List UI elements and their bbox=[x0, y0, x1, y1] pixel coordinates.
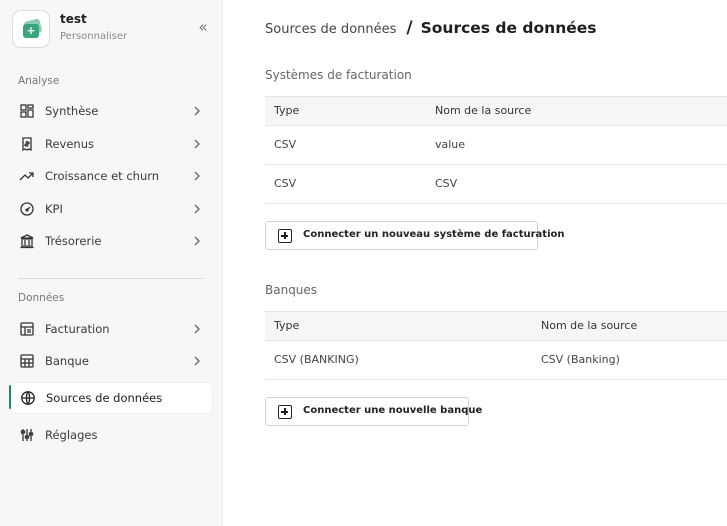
breadcrumb-parent[interactable]: Sources de données bbox=[265, 22, 396, 37]
sidebar-item-sources-de-donnees[interactable]: Sources de données bbox=[9, 383, 212, 413]
breadcrumb: Sources de données / Sources de données bbox=[265, 18, 597, 38]
trend-up-icon bbox=[19, 172, 34, 181]
sidebar-item-kpi[interactable]: KPI bbox=[10, 195, 212, 223]
cell-type: CSV (BANKING) bbox=[274, 353, 359, 366]
sidebar: + test Personnaliser « Analyse Synthèse … bbox=[0, 0, 223, 526]
cell-source-name: CSV bbox=[435, 177, 458, 190]
sidebar-item-revenus[interactable]: Revenus bbox=[10, 130, 212, 158]
sidebar-item-label: Croissance et churn bbox=[45, 169, 160, 183]
sidebar-item-label: Facturation bbox=[45, 322, 110, 336]
building-icon bbox=[20, 354, 34, 368]
sidebar-item-reglages[interactable]: Réglages bbox=[10, 421, 212, 449]
grid-icon bbox=[20, 104, 34, 118]
sidebar-item-banque[interactable]: Banque bbox=[10, 347, 212, 375]
column-header-type: Type bbox=[274, 104, 300, 117]
invoice-icon bbox=[20, 322, 34, 336]
table-row[interactable]: CSV (BANKING) CSV (Banking) bbox=[265, 341, 727, 380]
sliders-icon bbox=[20, 429, 34, 441]
sidebar-item-label: Banque bbox=[45, 354, 89, 368]
button-label: Connecter une nouvelle banque bbox=[303, 405, 483, 416]
table-row[interactable]: CSV value bbox=[265, 126, 727, 165]
column-header-source-name: Nom de la source bbox=[541, 319, 638, 332]
connect-billing-system-button[interactable]: Connecter un nouveau système de facturat… bbox=[265, 221, 565, 250]
table-row[interactable]: CSV CSV bbox=[265, 165, 727, 204]
sidebar-item-facturation[interactable]: Facturation bbox=[10, 315, 212, 343]
section-label-donnees: Données bbox=[18, 292, 65, 304]
chevron-right-icon bbox=[194, 236, 200, 246]
table-header-row: Type Nom de la source bbox=[265, 97, 727, 126]
chevron-right-icon bbox=[194, 204, 200, 214]
workspace-switcher[interactable]: + test Personnaliser « bbox=[12, 10, 212, 50]
sidebar-item-label: Revenus bbox=[45, 137, 94, 151]
column-header-type: Type bbox=[274, 319, 300, 332]
billing-table: Type Nom de la source CSV value CSV CSV bbox=[265, 96, 727, 204]
banks-table: Type Nom de la source CSV (BANKING) CSV … bbox=[265, 311, 727, 380]
globe-icon bbox=[21, 391, 35, 405]
workspace-name: test bbox=[60, 12, 87, 26]
chevron-right-icon bbox=[194, 324, 200, 334]
billing-section-title: Systèmes de facturation bbox=[265, 68, 412, 82]
sidebar-item-croissance[interactable]: Croissance et churn bbox=[10, 162, 212, 190]
sidebar-item-tresorerie[interactable]: Trésorerie bbox=[10, 227, 212, 255]
sidebar-item-synthese[interactable]: Synthèse bbox=[10, 97, 212, 125]
cell-source-name: value bbox=[435, 138, 466, 151]
breadcrumb-separator: / bbox=[406, 18, 413, 38]
plus-square-icon bbox=[278, 229, 292, 243]
plus-square-icon bbox=[278, 405, 292, 419]
button-label: Connecter un nouveau système de facturat… bbox=[303, 229, 565, 240]
sidebar-item-label: Réglages bbox=[45, 428, 98, 442]
sidebar-divider bbox=[18, 278, 204, 279]
sidebar-item-label: Synthèse bbox=[45, 104, 99, 118]
receipt-icon bbox=[22, 137, 32, 152]
main-content: Sources de données / Sources de données Sy… bbox=[223, 0, 727, 526]
bank-icon bbox=[20, 234, 34, 249]
collapse-sidebar-icon[interactable]: « bbox=[194, 18, 212, 36]
sidebar-item-label: Sources de données bbox=[46, 391, 163, 405]
workspace-logo: + bbox=[12, 10, 50, 48]
chevron-right-icon bbox=[194, 171, 200, 181]
sidebar-item-label: KPI bbox=[45, 202, 63, 216]
gauge-icon bbox=[20, 202, 34, 216]
sidebar-item-label: Trésorerie bbox=[45, 234, 102, 248]
section-label-analyse: Analyse bbox=[18, 75, 60, 87]
cell-type: CSV bbox=[274, 177, 297, 190]
chevron-right-icon bbox=[194, 356, 200, 366]
workspace-customize-link[interactable]: Personnaliser bbox=[60, 31, 127, 42]
chevron-right-icon bbox=[194, 139, 200, 149]
banks-section-title: Banques bbox=[265, 283, 318, 297]
page-title: Sources de données bbox=[420, 19, 597, 37]
connect-bank-button[interactable]: Connecter une nouvelle banque bbox=[265, 397, 482, 426]
cell-type: CSV bbox=[274, 138, 297, 151]
cell-source-name: CSV (Banking) bbox=[541, 353, 620, 366]
chevron-right-icon bbox=[194, 106, 200, 116]
column-header-source-name: Nom de la source bbox=[435, 104, 532, 117]
table-header-row: Type Nom de la source bbox=[265, 312, 727, 341]
